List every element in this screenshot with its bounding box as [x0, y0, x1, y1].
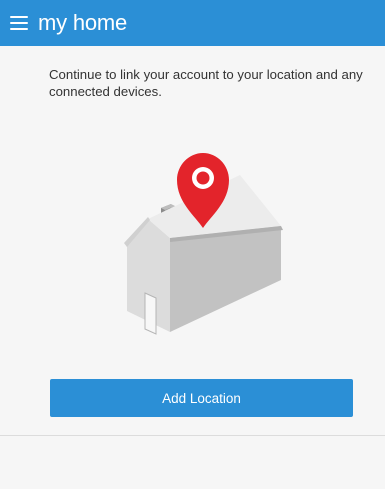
menu-line — [10, 16, 28, 18]
menu-line — [10, 28, 28, 30]
add-location-button[interactable]: Add Location — [50, 379, 353, 417]
my-home-screen: my home Continue to link your account to… — [0, 0, 385, 489]
house-with-pin-illustration — [124, 153, 283, 335]
divider — [0, 435, 385, 436]
menu-line — [10, 22, 28, 24]
page-title: my home — [38, 10, 128, 35]
app-bar: my home — [0, 0, 385, 46]
hamburger-menu-icon[interactable] — [10, 12, 32, 34]
intro-text: Continue to link your account to your lo… — [49, 67, 363, 99]
